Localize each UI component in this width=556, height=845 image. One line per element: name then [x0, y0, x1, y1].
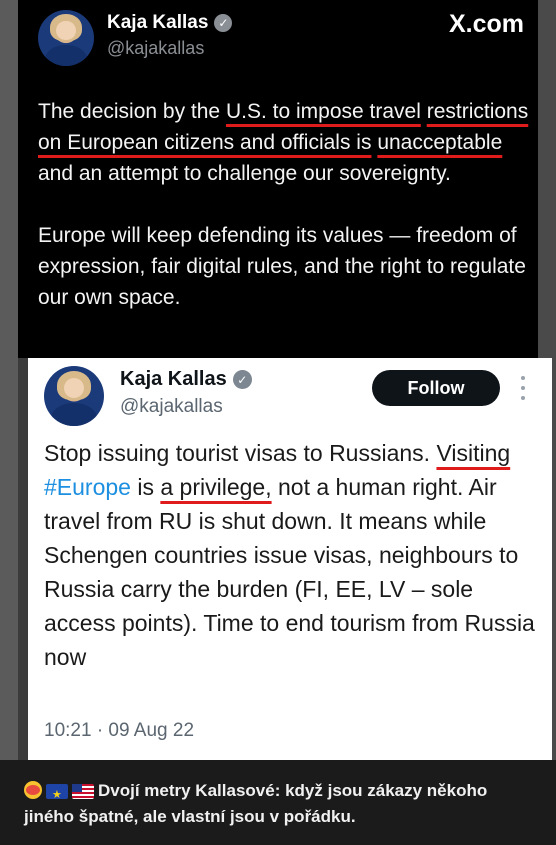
underlined-phrase: Visiting — [436, 440, 511, 466]
post-caption: Dvojí metry Kallasové: když jsou zákazy … — [0, 760, 556, 845]
screenshot-frame: Kaja Kallas ✓ @kajakallas X.com The deci… — [0, 0, 556, 845]
verified-badge-icon: ✓ — [214, 14, 233, 32]
embedded-tweet: Kaja Kallas ✓ @kajakallas Follow Stop is… — [28, 358, 552, 760]
x-com-watermark: X.com — [448, 10, 524, 38]
tweet-paragraph-1: The decision by the U.S. to impose trave… — [38, 100, 529, 185]
left-background-strip — [0, 0, 18, 760]
us-flag-icon — [72, 784, 94, 799]
tweet-text: The decision by the U.S. to impose trave… — [38, 96, 538, 313]
clown-face-emoji-icon — [24, 781, 42, 799]
embedded-author-avatar[interactable] — [44, 366, 104, 426]
author-name-row: Kaja Kallas ✓ — [107, 12, 233, 34]
verified-badge-icon: ✓ — [232, 370, 252, 389]
underlined-phrase: a privilege, — [160, 474, 272, 500]
embedded-author-name[interactable]: Kaja Kallas — [120, 368, 227, 391]
embedded-author-name-row: Kaja Kallas ✓ — [120, 368, 252, 391]
top-tweet: Kaja Kallas ✓ @kajakallas X.com The deci… — [18, 0, 538, 358]
author-name[interactable]: Kaja Kallas — [107, 12, 208, 34]
follow-button[interactable]: Follow — [372, 370, 500, 406]
underlined-phrase: unacceptable — [377, 131, 503, 154]
eu-flag-icon — [46, 782, 68, 808]
author-handle[interactable]: @kajakallas — [107, 38, 204, 59]
tweet-timestamp[interactable]: 10:21 · 09 Aug 22 — [44, 720, 194, 742]
embedded-author-handle[interactable]: @kajakallas — [120, 396, 223, 418]
hashtag-link[interactable]: #Europe — [44, 474, 131, 500]
embedded-tweet-text: Stop issuing tourist visas to Russians. … — [44, 440, 535, 670]
author-avatar[interactable] — [38, 10, 94, 66]
underlined-phrase: U.S. to impose travel — [225, 100, 421, 123]
more-options-icon[interactable] — [518, 376, 528, 400]
tweet-paragraph-2: Europe will keep defending its values — … — [38, 224, 526, 309]
